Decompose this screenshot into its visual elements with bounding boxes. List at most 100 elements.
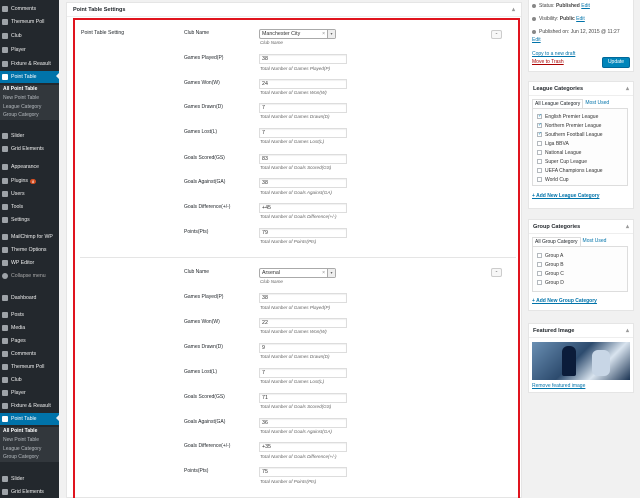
checkbox[interactable] xyxy=(537,280,542,285)
sidebar-item-grid-elements[interactable]: Grid Elements xyxy=(0,144,59,154)
checkbox[interactable] xyxy=(537,113,542,119)
sidebar-item-mailchimp[interactable]: MailChimp for WP xyxy=(0,232,59,242)
submenu-new-point-table[interactable]: New Point Table xyxy=(0,436,59,445)
checkbox[interactable] xyxy=(537,141,542,146)
sidebar-item-plugins[interactable]: Plugins 8 xyxy=(0,176,59,186)
tab-most-used[interactable]: Most Used xyxy=(581,237,609,246)
sidebar-item-themeum-poll[interactable]: Themeum Poll xyxy=(0,17,59,27)
move-to-trash-link[interactable]: Move to Trash xyxy=(532,59,564,65)
checkbox[interactable] xyxy=(537,122,542,128)
games-drawn-input[interactable]: 9 xyxy=(259,343,347,353)
club-name-select[interactable]: Arsenal × ▾ xyxy=(259,268,336,278)
sidebar-item-tools[interactable]: Tools xyxy=(0,202,59,212)
list-item[interactable]: Group D xyxy=(533,278,627,287)
club-name-select[interactable]: Manchester City × ▾ xyxy=(259,29,336,39)
sidebar-item-fixture[interactable]: Fixture & Reasult xyxy=(0,59,59,69)
checkbox[interactable] xyxy=(537,159,542,164)
list-item[interactable]: Group A xyxy=(533,251,627,260)
list-item[interactable]: UEFA Champions League xyxy=(533,166,627,175)
clear-icon[interactable]: × xyxy=(322,269,325,277)
submenu-all-point-table[interactable]: All Point Table xyxy=(0,427,59,436)
sidebar-item-posts[interactable]: Posts xyxy=(0,310,59,320)
checkbox[interactable] xyxy=(537,168,542,173)
chevron-down-icon[interactable]: ▾ xyxy=(327,269,335,277)
points-input[interactable]: 79 xyxy=(259,228,347,238)
sidebar-item-club-2[interactable]: Club xyxy=(0,375,59,385)
sidebar-item-grid-elements-2[interactable]: Grid Elements xyxy=(0,487,59,497)
goals-scored-input[interactable]: 71 xyxy=(259,393,347,403)
sidebar-item-settings[interactable]: Settings xyxy=(0,215,59,225)
toggle-arrow-icon[interactable]: ▴ xyxy=(512,6,515,13)
submenu-league-category[interactable]: League Category xyxy=(0,445,59,454)
list-item[interactable]: Group B xyxy=(533,260,627,269)
list-item[interactable]: World Cup xyxy=(533,175,627,184)
edit-date-link[interactable]: Edit xyxy=(532,37,541,43)
goals-against-input[interactable]: 36 xyxy=(259,418,347,428)
group-categories-header[interactable]: Group Categories ▴ xyxy=(529,220,633,234)
sidebar-item-pages[interactable]: Pages xyxy=(0,336,59,346)
games-played-input[interactable]: 38 xyxy=(259,54,347,64)
goals-scored-input[interactable]: 83 xyxy=(259,154,347,164)
games-lost-input[interactable]: 7 xyxy=(259,128,347,138)
sidebar-item-wp-editor[interactable]: WP Editor xyxy=(0,258,59,268)
toggle-arrow-icon[interactable]: ▴ xyxy=(626,223,629,230)
sidebar-item-themeum-poll-2[interactable]: Themeum Poll xyxy=(0,362,59,372)
league-categories-header[interactable]: League Categories ▴ xyxy=(529,82,633,96)
copy-to-draft-link[interactable]: Copy to a new draft xyxy=(532,51,575,57)
edit-status-link[interactable]: Edit xyxy=(581,3,590,9)
sidebar-item-fixture-2[interactable]: Fixture & Reasult xyxy=(0,401,59,411)
remove-entry-button[interactable]: - xyxy=(491,30,502,39)
checkbox[interactable] xyxy=(537,253,542,258)
add-new-group-category-link[interactable]: + Add New Group Category xyxy=(532,298,597,304)
submenu-league-category[interactable]: League Category xyxy=(0,103,59,112)
sidebar-item-point-table[interactable]: Point Table xyxy=(0,71,59,83)
list-item[interactable]: Southern Football League xyxy=(533,130,627,139)
sidebar-item-users[interactable]: Users xyxy=(0,189,59,199)
games-drawn-input[interactable]: 7 xyxy=(259,103,347,113)
sidebar-item-slider[interactable]: Slider xyxy=(0,131,59,141)
checkbox[interactable] xyxy=(537,271,542,276)
list-item[interactable]: National League xyxy=(533,148,627,157)
list-item[interactable]: Northern Premier League xyxy=(533,121,627,130)
tab-most-used[interactable]: Most Used xyxy=(583,99,611,108)
goal-difference-input[interactable]: +45 xyxy=(259,203,347,213)
sidebar-item-dashboard[interactable]: Dashboard xyxy=(0,293,59,303)
metabox-header[interactable]: Point Table Settings ▴ xyxy=(67,3,521,17)
sidebar-item-comments-2[interactable]: Comments xyxy=(0,349,59,359)
clear-icon[interactable]: × xyxy=(322,30,325,38)
sidebar-item-appearance[interactable]: Appearance xyxy=(0,162,59,172)
remove-featured-image-link[interactable]: Remove featured image xyxy=(532,383,585,389)
submenu-group-category[interactable]: Group Category xyxy=(0,453,59,462)
sidebar-item-media[interactable]: Media xyxy=(0,323,59,333)
checkbox[interactable] xyxy=(537,262,542,267)
checkbox[interactable] xyxy=(537,177,542,182)
toggle-arrow-icon[interactable]: ▴ xyxy=(626,85,629,92)
submenu-new-point-table[interactable]: New Point Table xyxy=(0,94,59,103)
submenu-group-category[interactable]: Group Category xyxy=(0,111,59,120)
add-new-league-category-link[interactable]: + Add New League Category xyxy=(532,193,599,199)
featured-image-header[interactable]: Featured Image ▴ xyxy=(529,324,633,338)
edit-visibility-link[interactable]: Edit xyxy=(576,16,585,22)
tab-all-league-category[interactable]: All League Category xyxy=(532,99,584,108)
submenu-all-point-table[interactable]: All Point Table xyxy=(0,85,59,94)
sidebar-item-player-2[interactable]: Player xyxy=(0,388,59,398)
sidebar-item-player[interactable]: Player xyxy=(0,45,59,55)
sidebar-item-slider-2[interactable]: Slider xyxy=(0,474,59,484)
list-item[interactable]: Super Cup League xyxy=(533,157,627,166)
sidebar-item-theme-options[interactable]: Theme Options xyxy=(0,245,59,255)
checkbox[interactable] xyxy=(537,150,542,155)
sidebar-item-comments[interactable]: Comments xyxy=(0,4,59,14)
list-item[interactable]: Group C xyxy=(533,269,627,278)
games-won-input[interactable]: 24 xyxy=(259,79,347,89)
featured-image-thumbnail[interactable] xyxy=(532,342,630,380)
games-won-input[interactable]: 22 xyxy=(259,318,347,328)
tab-all-group-category[interactable]: All Group Category xyxy=(532,237,581,246)
update-button[interactable]: Update xyxy=(602,57,630,68)
sidebar-item-point-table-2[interactable]: Point Table xyxy=(0,413,59,425)
goal-difference-input[interactable]: +35 xyxy=(259,442,347,452)
chevron-down-icon[interactable]: ▾ xyxy=(327,30,335,38)
list-item[interactable]: Liga BBVA xyxy=(533,139,627,148)
toggle-arrow-icon[interactable]: ▴ xyxy=(626,327,629,334)
games-played-input[interactable]: 38 xyxy=(259,293,347,303)
goals-against-input[interactable]: 38 xyxy=(259,178,347,188)
